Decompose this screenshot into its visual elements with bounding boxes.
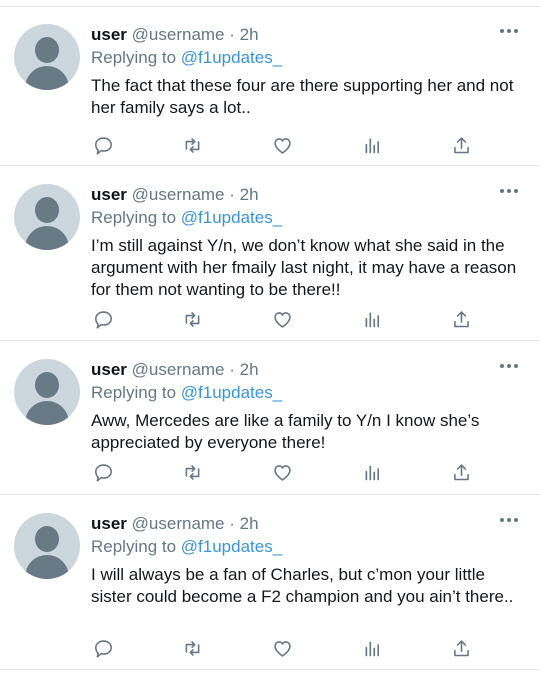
replying-to: Replying to @f1updates_ (91, 382, 522, 404)
tweet-actions (0, 304, 540, 334)
tweet-actions (0, 130, 540, 160)
analytics-button[interactable] (357, 130, 387, 160)
heart-icon (273, 464, 291, 481)
replying-to-prefix: Replying to (91, 208, 177, 227)
tweet[interactable]: user @username · 2h Replying to @f1updat… (0, 166, 540, 341)
timestamp[interactable]: 2h (240, 185, 259, 204)
tweet-actions (0, 457, 540, 487)
share-button[interactable] (446, 633, 476, 663)
retweet-icon (185, 464, 199, 480)
tweet-actions (0, 633, 540, 663)
share-button[interactable] (446, 304, 476, 334)
like-button[interactable] (267, 457, 297, 487)
retweet-button[interactable] (177, 304, 207, 334)
share-icon (453, 639, 469, 656)
tweet-text: Aww, Mercedes are like a family to Y/n I… (91, 411, 480, 452)
replying-to-prefix: Replying to (91, 48, 177, 67)
share-button[interactable] (446, 457, 476, 487)
tweet[interactable]: user @username · 2h Replying to @f1updat… (0, 495, 540, 670)
separator: · (229, 360, 235, 379)
share-icon (453, 136, 469, 153)
replying-to: Replying to @f1updates_ (91, 536, 522, 558)
analytics-icon (365, 465, 379, 480)
replying-to-link[interactable]: @f1updates_ (181, 208, 282, 227)
like-button[interactable] (267, 633, 297, 663)
replying-to-prefix: Replying to (91, 537, 177, 556)
share-icon (453, 310, 469, 327)
retweet-icon (185, 311, 199, 327)
avatar[interactable] (14, 359, 80, 425)
avatar[interactable] (14, 24, 80, 90)
replying-to: Replying to @f1updates_ (91, 207, 522, 229)
reply-button[interactable] (88, 130, 118, 160)
replying-to-link[interactable]: @f1updates_ (181, 383, 282, 402)
avatar[interactable] (14, 184, 80, 250)
reply-button[interactable] (88, 633, 118, 663)
timestamp[interactable]: 2h (240, 25, 259, 44)
comment-icon (94, 463, 112, 482)
retweet-button[interactable] (177, 130, 207, 160)
comment-icon (94, 310, 112, 329)
reply-button[interactable] (88, 304, 118, 334)
tweet-header: user @username · 2h (91, 513, 522, 535)
like-button[interactable] (267, 130, 297, 160)
tweet-header: user @username · 2h (91, 359, 522, 381)
separator: · (229, 185, 235, 204)
avatar[interactable] (14, 513, 80, 579)
username-handle[interactable]: @username (132, 25, 225, 44)
separator: · (229, 25, 235, 44)
display-name[interactable]: user (91, 514, 127, 533)
analytics-button[interactable] (357, 304, 387, 334)
tweet-header: user @username · 2h (91, 24, 522, 46)
reply-feed: user @username · 2h Replying to @f1updat… (0, 0, 540, 673)
heart-icon (273, 311, 291, 328)
retweet-button[interactable] (177, 457, 207, 487)
analytics-icon (365, 312, 379, 327)
share-button[interactable] (446, 130, 476, 160)
display-name[interactable]: user (91, 360, 127, 379)
comment-icon (94, 639, 112, 658)
reply-button[interactable] (88, 457, 118, 487)
analytics-icon (365, 138, 379, 153)
analytics-icon (365, 641, 379, 656)
replying-to: Replying to @f1updates_ (91, 47, 522, 69)
tweet-header: user @username · 2h (91, 184, 522, 206)
username-handle[interactable]: @username (132, 185, 225, 204)
analytics-button[interactable] (357, 633, 387, 663)
username-handle[interactable]: @username (132, 360, 225, 379)
tweet[interactable]: user @username · 2h Replying to @f1updat… (0, 341, 540, 495)
heart-icon (273, 640, 291, 657)
retweet-icon (185, 640, 199, 656)
replying-to-link[interactable]: @f1updates_ (181, 48, 282, 67)
heart-icon (273, 137, 291, 154)
comment-icon (94, 136, 112, 155)
tweet-text: The fact that these four are there suppo… (91, 76, 514, 117)
timestamp[interactable]: 2h (240, 514, 259, 533)
timestamp[interactable]: 2h (240, 360, 259, 379)
retweet-button[interactable] (177, 633, 207, 663)
like-button[interactable] (267, 304, 297, 334)
share-icon (453, 463, 469, 480)
username-handle[interactable]: @username (132, 514, 225, 533)
replying-to-prefix: Replying to (91, 383, 177, 402)
retweet-icon (185, 137, 199, 153)
tweet[interactable]: user @username · 2h Replying to @f1updat… (0, 6, 540, 166)
display-name[interactable]: user (91, 25, 127, 44)
analytics-button[interactable] (357, 457, 387, 487)
display-name[interactable]: user (91, 185, 127, 204)
separator: · (229, 514, 235, 533)
tweet-text: I’m still against Y/n, we don’t know wha… (91, 236, 517, 299)
replying-to-link[interactable]: @f1updates_ (181, 537, 282, 556)
tweet-text: I will always be a fan of Charles, but c… (91, 565, 514, 606)
